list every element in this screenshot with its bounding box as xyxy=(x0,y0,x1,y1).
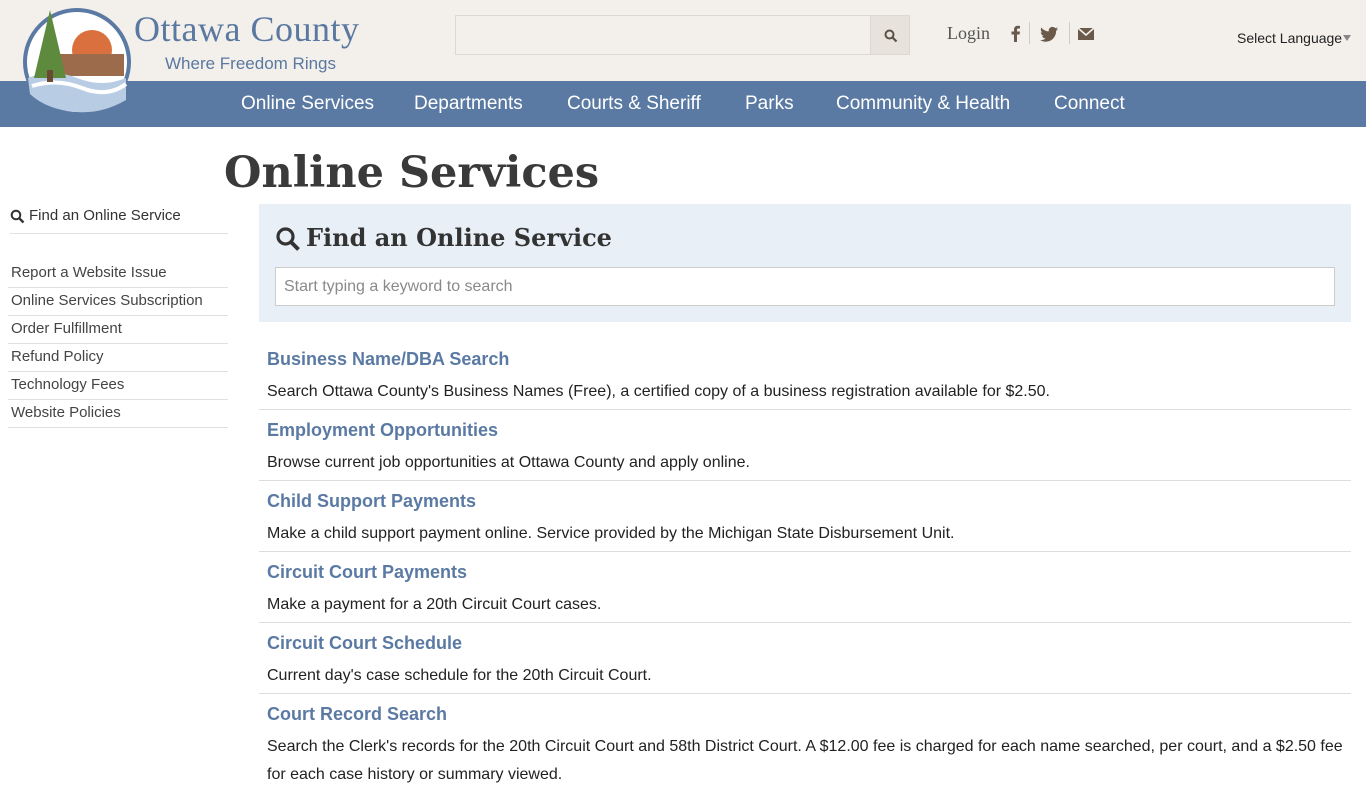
language-select[interactable]: Select Language xyxy=(1237,30,1342,46)
service-link[interactable]: Circuit Court Payments xyxy=(267,562,467,583)
nav-connect[interactable]: Connect xyxy=(1054,81,1125,127)
nav-courts-sheriff[interactable]: Courts & Sheriff xyxy=(567,81,701,127)
search-icon xyxy=(884,29,898,43)
list-item: Business Name/DBA Search Search Ottawa C… xyxy=(259,339,1351,410)
sidebar-item-refund-policy[interactable]: Refund Policy xyxy=(8,344,228,372)
site-search-button[interactable] xyxy=(870,15,910,55)
sidebar-item-website-policies[interactable]: Website Policies xyxy=(8,400,228,428)
list-item: Employment Opportunities Browse current … xyxy=(259,410,1351,481)
sidebar-item-subscription[interactable]: Online Services Subscription xyxy=(8,288,228,316)
twitter-icon[interactable] xyxy=(1039,24,1059,44)
divider xyxy=(1069,22,1070,44)
list-item: Circuit Court Payments Make a payment fo… xyxy=(259,552,1351,623)
list-item: Court Record Search Search the Clerk's r… xyxy=(259,694,1351,783)
sidebar-find-label: Find an Online Service xyxy=(29,207,181,224)
sidebar-item-technology-fees[interactable]: Technology Fees xyxy=(8,372,228,400)
service-description: Browse current job opportunities at Otta… xyxy=(267,454,750,471)
nav-parks[interactable]: Parks xyxy=(745,81,794,127)
page-title: Online Services xyxy=(224,148,600,198)
service-link[interactable]: Business Name/DBA Search xyxy=(267,349,509,370)
chevron-down-icon[interactable] xyxy=(1343,35,1351,41)
search-icon xyxy=(10,209,25,224)
site-search-input[interactable] xyxy=(455,15,871,55)
service-description: Current day's case schedule for the 20th… xyxy=(267,667,652,684)
service-link[interactable]: Circuit Court Schedule xyxy=(267,633,462,654)
nav-online-services[interactable]: Online Services xyxy=(241,81,374,127)
divider xyxy=(1029,22,1030,44)
service-search-input[interactable] xyxy=(275,267,1335,306)
service-link[interactable]: Court Record Search xyxy=(267,704,447,725)
list-item: Child Support Payments Make a child supp… xyxy=(259,481,1351,552)
nav-departments[interactable]: Departments xyxy=(414,81,523,127)
search-icon xyxy=(276,227,300,251)
ottawa-county-logo[interactable] xyxy=(22,8,132,116)
sidebar-find-service[interactable]: Find an Online Service xyxy=(10,207,228,234)
service-description: Make a payment for a 20th Circuit Court … xyxy=(267,596,602,613)
brand-name[interactable]: Ottawa County xyxy=(134,8,359,50)
login-link[interactable]: Login xyxy=(947,23,990,44)
email-icon[interactable] xyxy=(1076,24,1096,44)
brand-tagline: Where Freedom Rings xyxy=(165,54,337,73)
service-list: Business Name/DBA Search Search Ottawa C… xyxy=(259,339,1351,783)
service-description: Search Ottawa County's Business Names (F… xyxy=(267,383,1050,400)
site-search xyxy=(455,15,910,55)
sidebar-links: Report a Website Issue Online Services S… xyxy=(8,260,228,428)
main-nav: Online Services Departments Courts & She… xyxy=(0,81,1366,127)
service-description: Make a child support payment online. Ser… xyxy=(267,525,955,542)
list-item: Circuit Court Schedule Current day's cas… xyxy=(259,623,1351,694)
nav-community-health[interactable]: Community & Health xyxy=(836,81,1010,127)
facebook-icon[interactable] xyxy=(1006,24,1026,44)
sidebar-item-report-issue[interactable]: Report a Website Issue xyxy=(8,260,228,288)
service-link[interactable]: Child Support Payments xyxy=(267,491,476,512)
service-link[interactable]: Employment Opportunities xyxy=(267,420,498,441)
service-description: Search the Clerk's records for the 20th … xyxy=(267,738,1343,783)
sidebar-item-order-fulfillment[interactable]: Order Fulfillment xyxy=(8,316,228,344)
